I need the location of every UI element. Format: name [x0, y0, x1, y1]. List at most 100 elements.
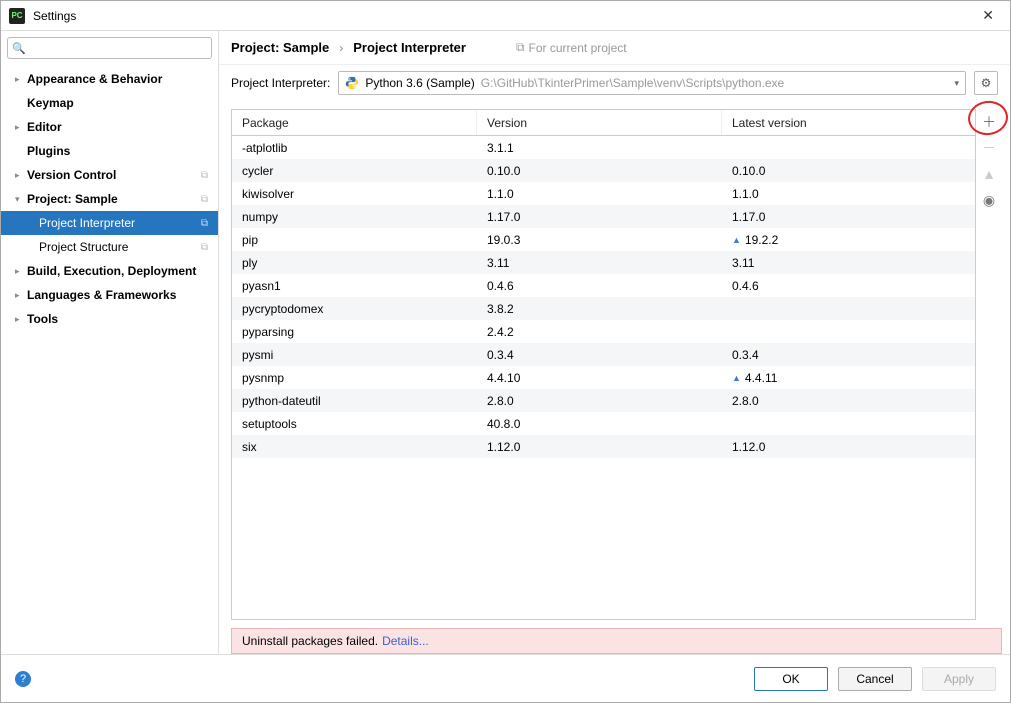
- sidebar: 🔍 ▸Appearance & BehaviorKeymap▸EditorPlu…: [1, 31, 219, 654]
- eye-icon: ◉: [983, 192, 995, 209]
- table-row[interactable]: pysmi0.3.40.3.4: [232, 343, 975, 366]
- cell-package: pysnmp: [232, 371, 477, 385]
- cell-package: pycryptodomex: [232, 302, 477, 316]
- sidebar-item-editor[interactable]: ▸Editor: [1, 115, 218, 139]
- main-panel: Project: Sample › Project Interpreter ⧉ …: [219, 31, 1010, 654]
- sidebar-item-label: Languages & Frameworks: [27, 288, 176, 302]
- cell-version: 1.1.0: [477, 187, 722, 201]
- table-row[interactable]: pysnmp4.4.10▲4.4.11: [232, 366, 975, 389]
- table-row[interactable]: six1.12.01.12.0: [232, 435, 975, 458]
- chevron-right-icon: ▸: [15, 170, 27, 181]
- table-row[interactable]: numpy1.17.01.17.0: [232, 205, 975, 228]
- table-header: Package Version Latest version: [232, 110, 975, 136]
- sidebar-item-keymap[interactable]: Keymap: [1, 91, 218, 115]
- sidebar-item-project-structure[interactable]: Project Structure⧉: [1, 235, 218, 259]
- table-row[interactable]: -atplotlib3.1.1: [232, 136, 975, 159]
- column-version[interactable]: Version: [477, 110, 722, 135]
- close-icon[interactable]: ✕: [974, 3, 1002, 28]
- apply-button[interactable]: Apply: [922, 667, 996, 691]
- cell-latest: 1.17.0: [722, 210, 975, 224]
- cell-version: 19.0.3: [477, 233, 722, 247]
- table-row[interactable]: pyasn10.4.60.4.6: [232, 274, 975, 297]
- interpreter-select[interactable]: Python 3.6 (Sample) G:\GitHub\TkinterPri…: [338, 71, 966, 95]
- sidebar-item-label: Version Control: [27, 168, 116, 182]
- breadcrumb-scope: ⧉ For current project: [516, 40, 627, 55]
- minus-icon: －: [982, 138, 996, 158]
- cell-package: pyparsing: [232, 325, 477, 339]
- chevron-right-icon: ▸: [15, 122, 27, 133]
- chevron-right-icon: ▸: [15, 314, 27, 325]
- table-row[interactable]: cycler0.10.00.10.0: [232, 159, 975, 182]
- breadcrumb-separator-icon: ›: [339, 41, 343, 55]
- sidebar-item-label: Editor: [27, 120, 62, 134]
- sidebar-item-build-execution-deployment[interactable]: ▸Build, Execution, Deployment: [1, 259, 218, 283]
- sidebar-item-plugins[interactable]: Plugins: [1, 139, 218, 163]
- sidebar-item-project-sample[interactable]: ▾Project: Sample⧉: [1, 187, 218, 211]
- table-row[interactable]: kiwisolver1.1.01.1.0: [232, 182, 975, 205]
- breadcrumb-item-project[interactable]: Project: Sample: [231, 40, 329, 55]
- cell-package: -atplotlib: [232, 141, 477, 155]
- cell-latest: 1.12.0: [722, 440, 975, 454]
- breadcrumb: Project: Sample › Project Interpreter ⧉ …: [219, 31, 1010, 65]
- search-icon: 🔍: [12, 42, 26, 55]
- table-row[interactable]: ply3.113.11: [232, 251, 975, 274]
- app-logo-icon: PC: [9, 8, 25, 24]
- cell-package: pyasn1: [232, 279, 477, 293]
- cancel-button[interactable]: Cancel: [838, 667, 912, 691]
- sidebar-item-label: Project Structure: [39, 240, 128, 254]
- status-details-link[interactable]: Details...: [382, 634, 429, 648]
- cell-version: 1.17.0: [477, 210, 722, 224]
- table-row[interactable]: pyparsing2.4.2: [232, 320, 975, 343]
- sidebar-item-appearance-behavior[interactable]: ▸Appearance & Behavior: [1, 67, 218, 91]
- search-input[interactable]: [30, 41, 207, 55]
- cell-latest: 0.3.4: [722, 348, 975, 362]
- cell-latest: 3.11: [722, 256, 975, 270]
- cell-latest: ▲4.4.11: [722, 371, 975, 385]
- column-package[interactable]: Package: [232, 110, 477, 135]
- sidebar-item-label: Keymap: [27, 96, 74, 110]
- table-row[interactable]: setuptools40.8.0: [232, 412, 975, 435]
- column-latest[interactable]: Latest version: [722, 110, 975, 135]
- gear-icon: ⚙: [981, 76, 992, 90]
- cell-latest-value: 1.17.0: [732, 210, 765, 224]
- sidebar-item-label: Tools: [27, 312, 58, 326]
- sidebar-item-label: Appearance & Behavior: [27, 72, 162, 86]
- python-icon: [345, 76, 359, 90]
- cell-package: pysmi: [232, 348, 477, 362]
- chevron-right-icon: ▸: [15, 266, 27, 277]
- upgrade-package-button[interactable]: ▲: [980, 165, 998, 183]
- upgrade-icon: ▲: [982, 166, 996, 182]
- upgrade-available-icon: ▲: [732, 235, 741, 245]
- table-row[interactable]: pycryptodomex3.8.2: [232, 297, 975, 320]
- titlebar: PC Settings ✕: [1, 1, 1010, 31]
- add-package-button[interactable]: ＋: [980, 113, 998, 131]
- cell-version: 3.8.2: [477, 302, 722, 316]
- cell-latest: 1.1.0: [722, 187, 975, 201]
- help-button[interactable]: ?: [15, 671, 31, 687]
- search-input-wrap[interactable]: 🔍: [7, 37, 212, 59]
- sidebar-item-project-interpreter[interactable]: Project Interpreter⧉: [1, 211, 218, 235]
- ok-button[interactable]: OK: [754, 667, 828, 691]
- interpreter-value: Python 3.6 (Sample): [365, 76, 474, 90]
- cell-package: pip: [232, 233, 477, 247]
- chevron-right-icon: ▸: [15, 290, 27, 301]
- dialog-footer: ? OK Cancel Apply: [1, 654, 1010, 702]
- project-scope-icon: ⧉: [201, 218, 208, 229]
- copy-icon: ⧉: [516, 40, 525, 55]
- sidebar-item-version-control[interactable]: ▸Version Control ⧉: [1, 163, 218, 187]
- chevron-down-icon: ▾: [954, 78, 959, 89]
- remove-package-button[interactable]: －: [980, 139, 998, 157]
- sidebar-item-tools[interactable]: ▸Tools: [1, 307, 218, 331]
- table-row[interactable]: pip19.0.3▲19.2.2: [232, 228, 975, 251]
- table-row[interactable]: python-dateutil2.8.02.8.0: [232, 389, 975, 412]
- interpreter-settings-button[interactable]: ⚙: [974, 71, 998, 95]
- show-early-releases-button[interactable]: ◉: [980, 191, 998, 209]
- cell-package: python-dateutil: [232, 394, 477, 408]
- cell-version: 1.12.0: [477, 440, 722, 454]
- sidebar-item-languages-frameworks[interactable]: ▸Languages & Frameworks: [1, 283, 218, 307]
- cell-version: 4.4.10: [477, 371, 722, 385]
- cell-latest-value: 1.12.0: [732, 440, 765, 454]
- cell-latest: 0.4.6: [722, 279, 975, 293]
- project-scope-icon: ⧉: [201, 170, 208, 181]
- cell-latest-value: 0.10.0: [732, 164, 765, 178]
